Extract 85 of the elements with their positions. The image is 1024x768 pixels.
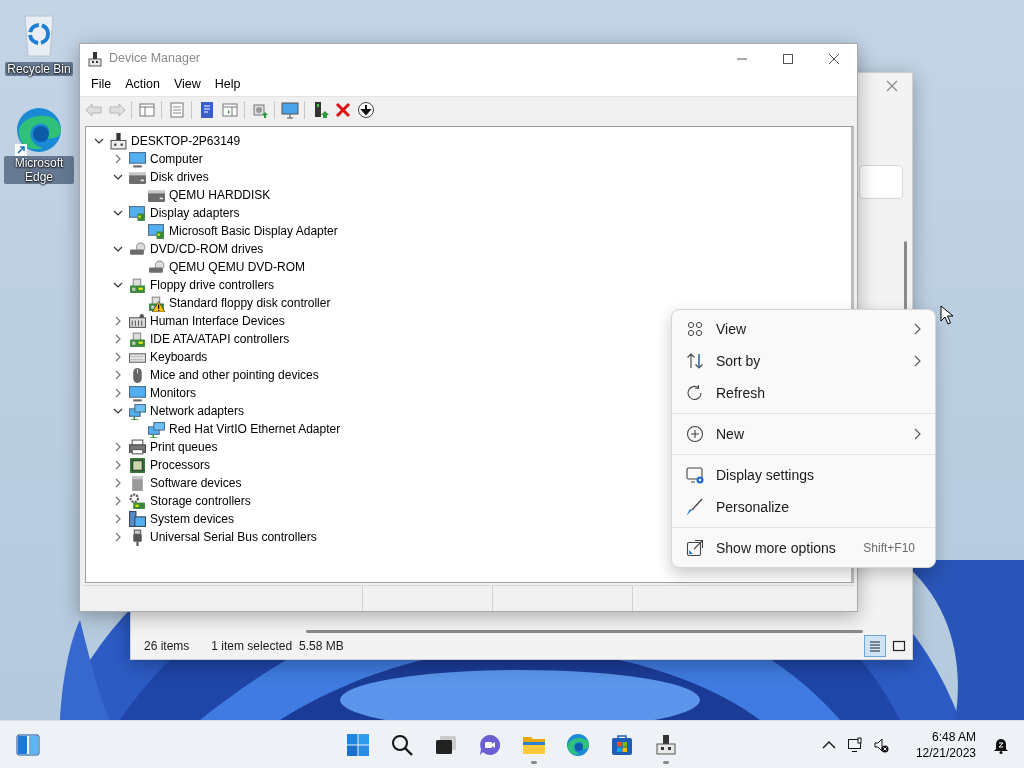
widgets-icon[interactable] <box>16 732 40 757</box>
icon-label[interactable]: Recycle Bin <box>5 62 73 76</box>
arrow-down-circle-button[interactable] <box>355 99 376 120</box>
tree-item[interactable]: Red Hat VirtIO Ethernet Adapter <box>169 420 341 438</box>
menu-item[interactable]: File <box>84 73 119 96</box>
tree-item[interactable]: Monitors <box>150 384 196 402</box>
chat-icon[interactable] <box>478 732 502 757</box>
circuit-board-icon <box>129 330 146 348</box>
item-count: 26 items <box>144 638 190 655</box>
printer-icon <box>129 438 146 456</box>
input-field[interactable] <box>859 165 903 199</box>
start-icon[interactable] <box>346 732 370 757</box>
search-icon[interactable] <box>390 732 414 757</box>
window-title: Device Manager <box>109 50 200 68</box>
plus-circle-icon <box>686 425 704 443</box>
tree-item[interactable]: Microsoft Basic Display Adapter <box>169 222 338 240</box>
close-icon[interactable] <box>829 53 839 64</box>
menu-item[interactable]: Action <box>118 73 167 96</box>
optical-drive-icon <box>129 240 146 258</box>
edge-logo-icon[interactable] <box>566 732 590 757</box>
display-adapter-icon <box>148 222 165 240</box>
menu-item[interactable]: Show more options Shift+F10 <box>676 532 931 564</box>
computer-icon <box>110 132 127 150</box>
menu-item[interactable]: Personalize <box>676 491 931 523</box>
tree-item[interactable]: Network adapters <box>150 402 245 420</box>
icon-label[interactable]: Microsoft Edge <box>4 156 74 184</box>
clock[interactable]: 6:48 AM 12/21/2023 <box>911 728 980 761</box>
scrollbar[interactable] <box>306 630 863 633</box>
menu-item[interactable]: New <box>676 418 931 450</box>
device-manager-icon <box>87 50 103 67</box>
close-icon[interactable] <box>886 80 898 92</box>
tree-item[interactable]: Keyboards <box>150 348 208 366</box>
store-bag-icon[interactable] <box>610 732 634 757</box>
software-device-icon <box>129 474 146 492</box>
network-status-icon[interactable] <box>846 736 863 753</box>
menu-item[interactable]: Display settings <box>676 459 931 491</box>
tree-item[interactable]: Software devices <box>150 474 242 492</box>
volume-muted-icon[interactable] <box>872 736 889 753</box>
circuit-board-icon <box>129 276 146 294</box>
tree-item[interactable]: IDE ATA/ATAPI controllers <box>150 330 290 348</box>
tree-item[interactable]: Computer <box>150 150 203 168</box>
menu-item[interactable]: Help <box>207 73 248 96</box>
file-size: 5.58 MB <box>299 638 344 655</box>
menu-item[interactable]: View <box>676 313 931 345</box>
tree-item[interactable]: System devices <box>150 510 235 528</box>
tree-item[interactable]: Universal Serial Bus controllers <box>150 528 317 546</box>
tree-item[interactable]: QEMU QEMU DVD-ROM <box>169 258 305 276</box>
monitor-button[interactable] <box>279 99 300 120</box>
menu-item[interactable]: Sort by <box>676 345 931 377</box>
display-adapter-icon <box>129 204 146 222</box>
grid-icon <box>686 320 704 338</box>
tree-item[interactable]: Print queues <box>150 438 218 456</box>
maximize-icon[interactable] <box>783 53 793 64</box>
tree-item[interactable]: QEMU HARDDISK <box>169 186 271 204</box>
processor-chip-icon <box>129 456 146 474</box>
tree-item[interactable]: DESKTOP-2P63149 <box>131 132 241 150</box>
keyboard-icon <box>129 312 146 330</box>
refresh-icon <box>686 384 704 402</box>
tree-item[interactable]: Standard floppy disk controller <box>169 294 331 312</box>
tree-item[interactable]: DVD/CD-ROM drives <box>150 240 264 258</box>
selection-status: 1 item selected <box>211 638 293 655</box>
monitor-gear-icon <box>686 466 704 484</box>
monitor-icon <box>129 150 146 168</box>
optical-drive-icon <box>148 258 165 276</box>
mouse-cursor-icon <box>940 305 954 325</box>
tree-item[interactable]: Storage controllers <box>150 492 251 510</box>
tree-item[interactable]: Mice and other pointing devices <box>150 366 319 384</box>
shortcut-hint: Shift+F10 <box>863 540 915 557</box>
paintbrush-icon <box>686 498 704 516</box>
tree-item[interactable]: Display adapters <box>150 204 240 222</box>
device-manager-icon[interactable] <box>654 732 678 757</box>
menu-item[interactable]: View <box>166 73 208 96</box>
monitor-icon <box>129 384 146 402</box>
storage-controller-icon <box>129 492 146 510</box>
system-device-icon <box>129 510 146 528</box>
tree-item[interactable]: Floppy drive controllers <box>150 276 275 294</box>
tree-item[interactable]: Processors <box>150 456 211 474</box>
network-adapter-icon <box>129 402 146 420</box>
scrollbar[interactable] <box>904 241 907 311</box>
open-external-icon <box>686 539 704 557</box>
sort-arrows-icon <box>686 352 704 370</box>
tree-item[interactable]: Disk drives <box>150 168 209 186</box>
tree-item[interactable]: Human Interface Devices <box>150 312 285 330</box>
network-adapter-icon <box>148 420 165 438</box>
menu-item[interactable]: Refresh <box>676 377 931 409</box>
